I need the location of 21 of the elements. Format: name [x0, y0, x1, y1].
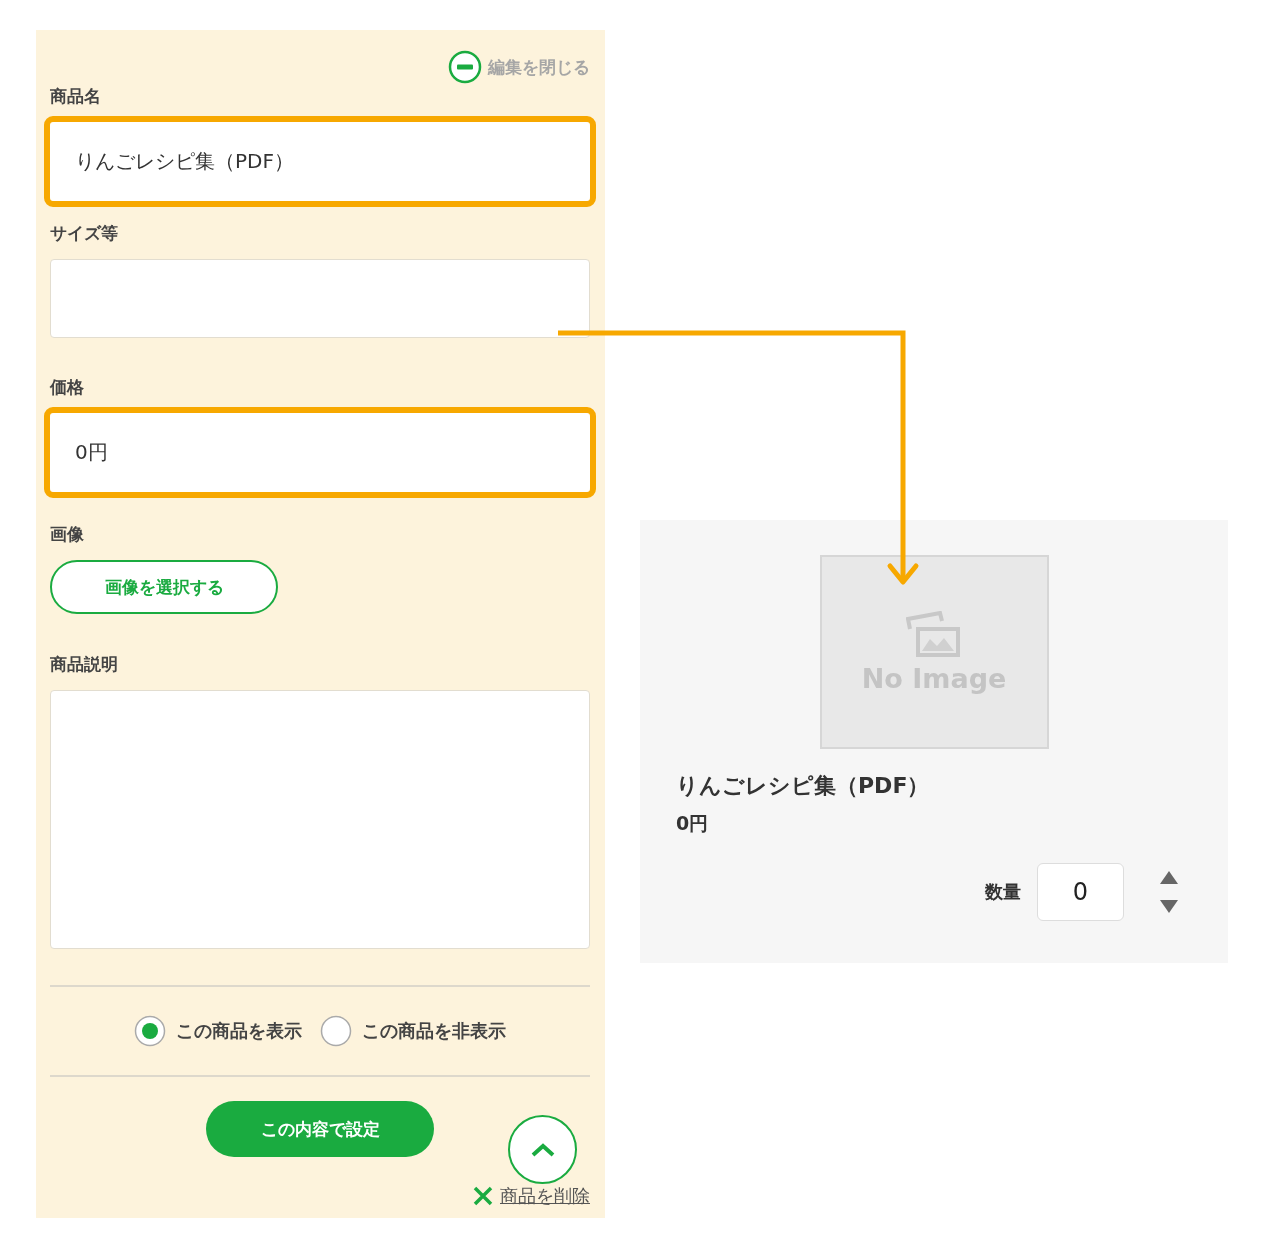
product-name: りんごレシピ集（PDF）	[676, 772, 931, 800]
field-label: サイズ等	[50, 222, 119, 245]
text-field[interactable]: りんごレシピ集（PDF）	[50, 122, 590, 201]
text-field[interactable]: 0円	[50, 413, 590, 492]
product-price: 0円	[676, 811, 710, 836]
field-label: 商品名	[50, 85, 102, 108]
close-icon	[472, 1185, 494, 1207]
text-field[interactable]	[50, 259, 590, 338]
photo-icon	[906, 610, 962, 659]
quantity-label: 数量	[985, 880, 1021, 904]
radio-icon	[134, 1015, 166, 1047]
visibility-radio[interactable]: この商品を表示	[134, 1015, 302, 1047]
description-field[interactable]	[50, 690, 590, 949]
visibility-radio[interactable]: この商品を非表示	[320, 1015, 506, 1047]
minus-icon	[448, 50, 482, 84]
field-label: 価格	[50, 376, 85, 399]
delete-link[interactable]: 商品を削除	[472, 1184, 590, 1208]
field-label: 画像	[50, 523, 85, 546]
quantity-field[interactable]: 0	[1037, 863, 1124, 921]
radio-icon	[320, 1015, 352, 1047]
field-label: 商品説明	[50, 653, 119, 676]
